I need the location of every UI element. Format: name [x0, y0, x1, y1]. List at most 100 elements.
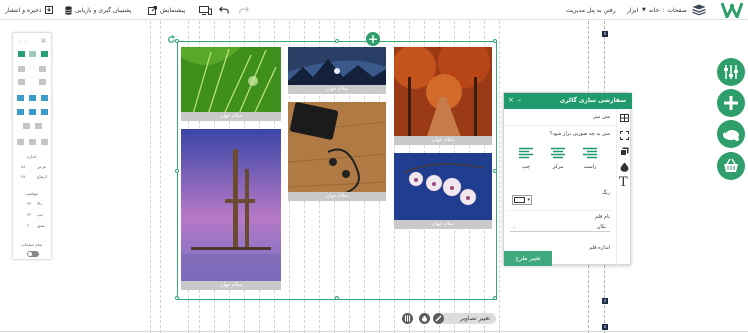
pages-icon[interactable]: [620, 147, 629, 156]
align-center-label: مرکز: [552, 164, 564, 170]
customize-panel-header: × ⌄ سفارشی سازی گالری: [504, 93, 632, 109]
customize-panel-body: متن تیتر متن به چه صورتی تراز شود؟ چپ مر…: [504, 109, 616, 266]
brand-logo-icon[interactable]: [721, 2, 743, 18]
height-value[interactable]: ۲۸: [21, 174, 25, 179]
rotate-icon[interactable]: [167, 35, 176, 44]
autumn-trees-photo: [394, 47, 492, 145]
fullpage-toggle[interactable]: [27, 251, 39, 257]
resize-handle[interactable]: [335, 296, 339, 300]
trash-icon[interactable]: [41, 51, 48, 57]
image-caption: سلام جهان: [394, 220, 492, 229]
align-left-option[interactable]: چپ: [518, 147, 534, 170]
width-value[interactable]: ۸۸: [21, 164, 25, 169]
grid-icon[interactable]: ▦: [40, 38, 47, 44]
top-toolbar: ذخیره و انتشار پشتیبان گیری و بازیابی پی…: [0, 0, 748, 20]
gallery-image-autumn[interactable]: سلام جهان: [394, 47, 492, 145]
gallery-customize-panel: × ⌄ سفارشی سازی گالری متن تیتر متن به چه…: [503, 92, 632, 266]
gallery-image-phone[interactable]: سلام جهان: [288, 102, 386, 201]
change-images-button[interactable]: تغییر تصاویر: [440, 313, 496, 324]
resize-handle[interactable]: [493, 296, 497, 300]
align-center-icon[interactable]: [29, 95, 36, 101]
copy-icon[interactable]: [18, 51, 25, 57]
add-element-button[interactable]: +: [366, 32, 380, 46]
item-text-tab[interactable]: متن تیتر: [504, 109, 616, 126]
depth-value[interactable]: ۲: [27, 223, 29, 228]
match-size-icon[interactable]: [41, 139, 48, 145]
edit-pencil-button[interactable]: [433, 313, 444, 324]
grass-photo: [181, 47, 281, 121]
align-right-icon[interactable]: [41, 95, 48, 101]
match-height-icon[interactable]: [29, 139, 36, 145]
font-name-select[interactable]: ⌄ یکان: [510, 222, 610, 232]
align-center-option[interactable]: مرکز: [550, 147, 566, 170]
section-marker-icon[interactable]: ⇕: [602, 298, 608, 304]
close-icon[interactable]: ×: [508, 96, 514, 104]
drop-icon[interactable]: [620, 162, 629, 172]
bring-front-icon[interactable]: [18, 79, 25, 85]
paint-fab[interactable]: [717, 120, 745, 148]
font-name-value: یکان: [596, 224, 606, 230]
phone-earbuds-photo: [288, 102, 386, 201]
send-back-icon[interactable]: [39, 79, 46, 85]
change-images-label: تغییر تصاویر: [460, 315, 490, 322]
add-fab[interactable]: [717, 89, 745, 117]
text-style-icon[interactable]: T: [619, 175, 628, 190]
top-value[interactable]: ۴۴: [27, 201, 31, 206]
gallery-image-orchid[interactable]: سلام جهان: [394, 153, 492, 229]
gallery-image-pier[interactable]: سلام جهان: [181, 129, 281, 290]
gallery-layout-icon[interactable]: [620, 114, 629, 122]
backup-restore-button[interactable]: پشتیبان گیری و بازیابی: [65, 0, 132, 20]
shop-fab[interactable]: [717, 152, 745, 180]
match-width-icon[interactable]: [17, 139, 24, 145]
font-size-label: اندازه قلم: [589, 245, 610, 251]
distribute-v-icon[interactable]: [35, 123, 42, 129]
color-picker[interactable]: ▾: [512, 195, 532, 205]
redo-button[interactable]: [239, 0, 249, 20]
left-value[interactable]: ۳۲: [27, 212, 31, 217]
color-drop-button[interactable]: [419, 313, 430, 324]
align-left-icon[interactable]: [17, 95, 24, 101]
align-bottom-icon[interactable]: [41, 109, 48, 115]
align-right-option[interactable]: راست: [582, 147, 598, 170]
resize-handle[interactable]: [175, 169, 179, 173]
align-right-label: راست: [583, 164, 597, 170]
layers-icon[interactable]: [692, 4, 706, 16]
undo-button[interactable]: [219, 0, 229, 20]
resize-handle[interactable]: [493, 39, 497, 43]
tools-menu[interactable]: ابزار: [627, 0, 638, 20]
customize-side-tabs: T: [616, 109, 632, 266]
gallery-image-grass[interactable]: سلام جهان: [181, 47, 281, 121]
align-top-icon[interactable]: [17, 109, 24, 115]
save-publish-button[interactable]: ذخیره و انتشار: [5, 0, 53, 20]
gallery-image-night-sky[interactable]: سلام جهان: [288, 47, 386, 94]
grid-line: [160, 21, 161, 333]
bring-forward-icon[interactable]: [18, 66, 25, 72]
duplicate-icon[interactable]: [29, 51, 36, 57]
drop-icon: [422, 315, 427, 322]
preview-button[interactable]: پیشنمایش: [148, 0, 185, 20]
apply-design-button[interactable]: تغییر طرح: [504, 251, 552, 266]
settings-fab[interactable]: [717, 58, 745, 86]
external-link-icon: [148, 5, 157, 15]
expand-icon[interactable]: [620, 131, 629, 140]
collapse-icon[interactable]: ⌄: [517, 96, 522, 103]
resize-handle[interactable]: [175, 296, 179, 300]
go-admin-link[interactable]: رفتن به پنل مدیریت: [566, 0, 616, 20]
page-select[interactable]: ▼ خانه : صفحات: [642, 0, 687, 20]
paint-bucket-icon: [723, 128, 739, 141]
undo-icon: [219, 6, 229, 14]
gallery-settings-button[interactable]: [402, 313, 413, 324]
redo-icon: [239, 6, 249, 14]
drag-grip-icon[interactable]: ⋮⋮: [18, 38, 28, 44]
section-marker-icon[interactable]: ⇕: [602, 31, 608, 37]
fullpage-label: تمام صفحات: [21, 242, 43, 247]
responsive-devices-button[interactable]: [199, 0, 212, 20]
resize-handle[interactable]: [335, 39, 339, 43]
section-marker-icon[interactable]: ⇕: [602, 324, 608, 330]
send-backward-icon[interactable]: [39, 66, 46, 72]
align-middle-icon[interactable]: [29, 109, 36, 115]
resize-handle[interactable]: [493, 169, 497, 173]
distribute-h-icon[interactable]: [23, 123, 30, 129]
devices-icon: [199, 5, 212, 15]
page-select-value: خانه: [648, 6, 660, 14]
